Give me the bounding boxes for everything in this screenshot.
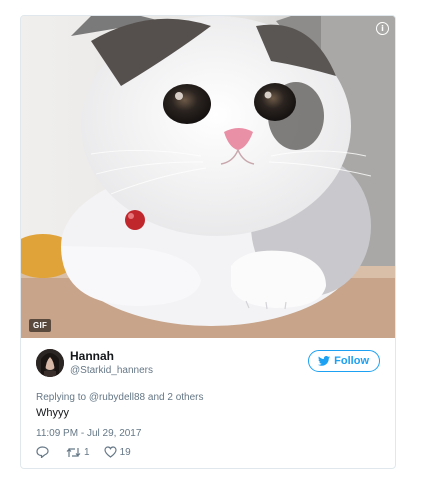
timestamp[interactable]: 11:09 PM - Jul 29, 2017: [36, 428, 141, 439]
avatar[interactable]: [36, 349, 64, 377]
reply-icon: [36, 446, 49, 458]
tweet-card: i GIF Hannah @Starkid_hanners Follow Rep…: [20, 15, 396, 469]
retweet-button[interactable]: 1: [66, 447, 90, 458]
user-handle[interactable]: @Starkid_hanners: [70, 364, 153, 377]
retweet-count: 1: [84, 446, 90, 458]
author-info[interactable]: Hannah @Starkid_hanners: [36, 349, 153, 377]
retweet-icon: [66, 447, 81, 457]
follow-label: Follow: [334, 355, 369, 367]
like-count: 19: [119, 446, 131, 458]
replying-to: Replying to @rubydell88 and 2 others: [36, 392, 204, 403]
replying-prefix: Replying to: [36, 392, 87, 403]
tweet-text: Whyyy: [36, 407, 69, 419]
follow-button[interactable]: Follow: [308, 350, 380, 372]
like-button[interactable]: 19: [103, 446, 131, 458]
twitter-bird-icon: [318, 356, 331, 366]
gif-badge: GIF: [29, 319, 52, 332]
cat-image: [21, 16, 395, 338]
heart-icon: [103, 446, 117, 458]
mention-link[interactable]: @rubydell88: [89, 392, 145, 403]
replying-suffix[interactable]: and 2 others: [148, 392, 204, 403]
display-name[interactable]: Hannah: [70, 349, 153, 364]
info-icon[interactable]: i: [376, 22, 389, 35]
tweet-actions: 1 19: [36, 446, 145, 458]
gif-media[interactable]: i GIF: [21, 16, 395, 338]
reply-button[interactable]: [36, 446, 52, 458]
